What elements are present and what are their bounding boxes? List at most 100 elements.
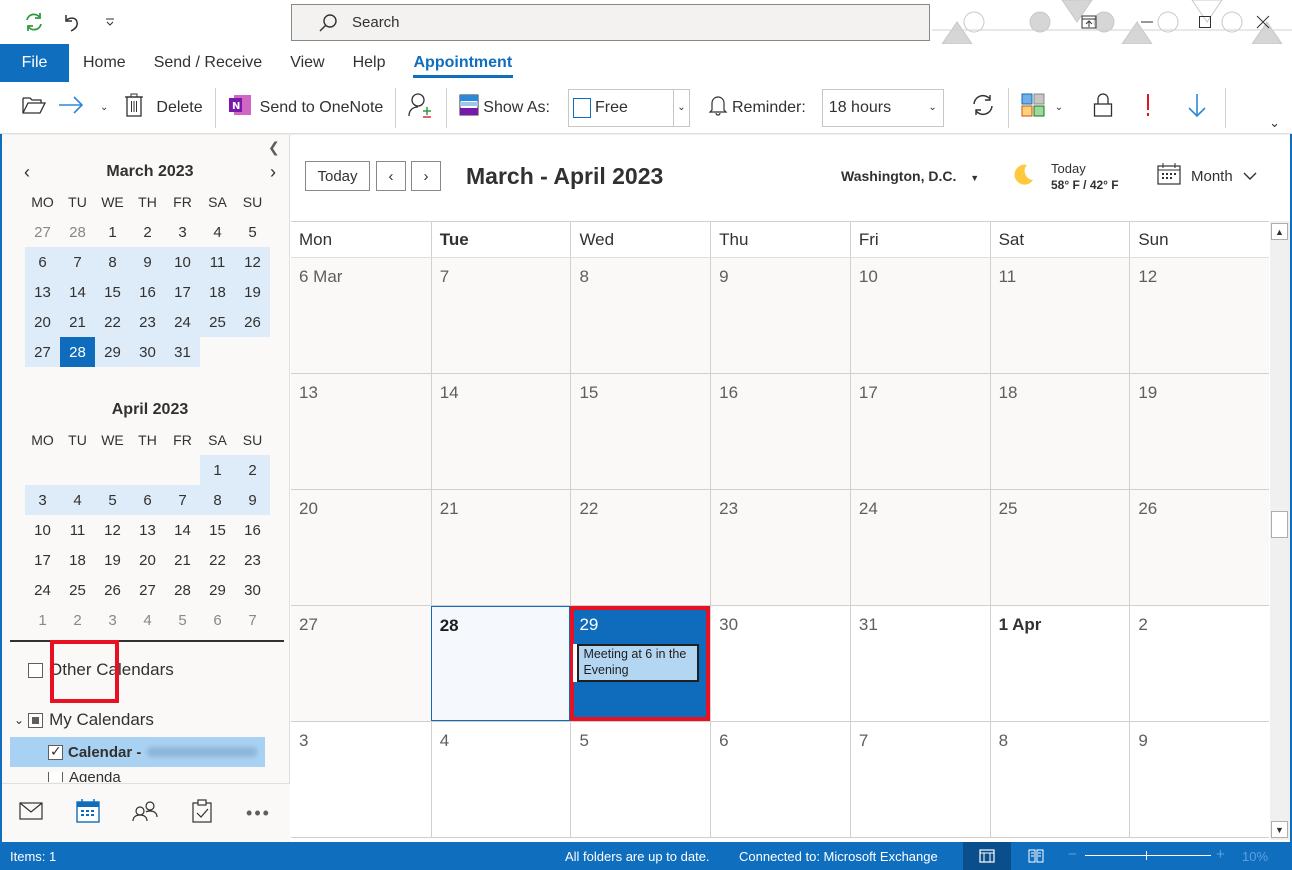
undo-icon[interactable] bbox=[60, 10, 84, 34]
mini-day[interactable]: 2 bbox=[60, 605, 95, 635]
day-cell[interactable]: 27 bbox=[291, 606, 431, 721]
mini-day[interactable]: 25 bbox=[60, 575, 95, 605]
vertical-scrollbar[interactable]: ▲ ▼ bbox=[1270, 221, 1290, 840]
day-cell[interactable]: 3 bbox=[291, 722, 431, 837]
day-cell[interactable]: 19 bbox=[1129, 374, 1270, 489]
nav-people[interactable] bbox=[116, 784, 173, 843]
my-calendars-group[interactable]: ⌄ My Calendars bbox=[14, 710, 154, 730]
delete-button[interactable]: Delete bbox=[118, 88, 208, 128]
mini-day[interactable]: 11 bbox=[200, 247, 235, 277]
day-cell[interactable]: 13 bbox=[291, 374, 431, 489]
mini-day[interactable]: 11 bbox=[60, 515, 95, 545]
high-importance-button[interactable] bbox=[1137, 88, 1159, 128]
mini-day[interactable]: 14 bbox=[60, 277, 95, 307]
tab-file[interactable]: File bbox=[0, 44, 69, 82]
calendar-item[interactable]: Calendar - bbox=[10, 737, 265, 767]
mini-day[interactable]: 20 bbox=[25, 307, 60, 337]
mini-day[interactable]: 1 bbox=[25, 605, 60, 635]
sync-icon[interactable] bbox=[22, 10, 46, 34]
nav-mail[interactable] bbox=[2, 784, 59, 843]
mini-day[interactable]: 6 bbox=[200, 605, 235, 635]
next-month-icon[interactable]: › bbox=[264, 162, 282, 183]
mini-day[interactable]: 27 bbox=[25, 337, 60, 367]
scroll-up-button[interactable]: ▲ bbox=[1271, 223, 1288, 240]
checkbox[interactable] bbox=[28, 712, 44, 728]
day-cell[interactable]: 31 bbox=[849, 606, 990, 721]
mini-day[interactable]: 26 bbox=[235, 307, 270, 337]
mini-day[interactable]: 9 bbox=[130, 247, 165, 277]
day-cell[interactable]: 30 bbox=[710, 606, 850, 721]
maximize-icon[interactable] bbox=[1176, 0, 1234, 44]
chevron-down-icon[interactable]: ⌄ bbox=[1055, 102, 1063, 113]
mini-day[interactable]: 18 bbox=[60, 545, 95, 575]
zoom-slider[interactable] bbox=[1085, 851, 1211, 860]
day-cell[interactable]: 6 Mar bbox=[291, 258, 431, 373]
expand-ribbon-icon[interactable]: ⌄ bbox=[1269, 115, 1280, 131]
zoom-in-icon[interactable]: + bbox=[1216, 846, 1225, 863]
day-cell[interactable]: 9 bbox=[710, 258, 850, 373]
mini-day[interactable]: 21 bbox=[60, 307, 95, 337]
day-cell[interactable]: 24 bbox=[849, 490, 990, 605]
mini-day[interactable]: 1 bbox=[200, 455, 235, 485]
mini-day[interactable]: 29 bbox=[200, 575, 235, 605]
reading-view-button[interactable] bbox=[1012, 842, 1060, 870]
day-cell[interactable]: 11 bbox=[989, 258, 1130, 373]
mini-day[interactable]: 16 bbox=[235, 515, 270, 545]
reminder-dropdown[interactable]: 18 hours ⌄ bbox=[821, 88, 944, 127]
day-cell-today[interactable]: 28 bbox=[430, 606, 571, 721]
categorize-button[interactable]: ⌄ bbox=[1015, 88, 1069, 128]
mini-day[interactable]: 22 bbox=[95, 307, 130, 337]
nav-more[interactable]: ••• bbox=[230, 784, 287, 843]
location-selector[interactable]: Washington, D.C. ▼ bbox=[841, 168, 979, 184]
collapse-pane-icon[interactable]: ❮ bbox=[268, 139, 280, 156]
mini-day[interactable]: 7 bbox=[235, 605, 270, 635]
mini-day[interactable]: 7 bbox=[165, 485, 200, 515]
day-cell[interactable]: 21 bbox=[430, 490, 571, 605]
low-importance-button[interactable] bbox=[1181, 88, 1213, 128]
chevron-down-icon[interactable]: ⌄ bbox=[14, 713, 24, 727]
mini-day[interactable]: 24 bbox=[165, 307, 200, 337]
today-button[interactable]: Today bbox=[305, 161, 370, 191]
mini-day[interactable]: 14 bbox=[165, 515, 200, 545]
mini-day[interactable]: 27 bbox=[130, 575, 165, 605]
mini-day[interactable]: 28 bbox=[60, 337, 95, 367]
zoom-out-icon[interactable]: − bbox=[1068, 846, 1077, 863]
normal-view-button[interactable] bbox=[963, 842, 1011, 870]
mini-day[interactable]: 25 bbox=[200, 307, 235, 337]
show-as-dropdown[interactable]: Free ⌄ bbox=[567, 88, 690, 127]
mini-day[interactable]: 15 bbox=[95, 277, 130, 307]
checkbox[interactable] bbox=[48, 743, 63, 760]
mini-day[interactable]: 3 bbox=[165, 217, 200, 247]
checkbox[interactable] bbox=[28, 662, 43, 678]
mini-day[interactable]: 30 bbox=[130, 337, 165, 367]
day-cell[interactable]: 9 bbox=[1129, 722, 1269, 837]
mini-day[interactable]: 1 bbox=[95, 217, 130, 247]
private-button[interactable] bbox=[1087, 88, 1119, 128]
calendar-event[interactable]: Meeting at 6 in the Evening bbox=[573, 644, 700, 682]
prev-period-button[interactable]: ‹ bbox=[376, 161, 406, 191]
mini-day[interactable]: 19 bbox=[95, 545, 130, 575]
day-cell[interactable]: 7 bbox=[430, 258, 571, 373]
mini-day[interactable]: 4 bbox=[200, 217, 235, 247]
checkbox[interactable] bbox=[48, 772, 63, 782]
recurrence-button[interactable] bbox=[964, 88, 1002, 128]
day-cell[interactable]: 22 bbox=[570, 490, 711, 605]
mini-day[interactable]: 12 bbox=[235, 247, 270, 277]
mini-day[interactable]: 6 bbox=[25, 247, 60, 277]
mini-day[interactable]: 21 bbox=[165, 545, 200, 575]
forward-button[interactable]: ⌄ bbox=[52, 88, 114, 128]
mini-day[interactable]: 23 bbox=[130, 307, 165, 337]
mini-day[interactable]: 5 bbox=[165, 605, 200, 635]
mini-day[interactable]: 13 bbox=[130, 515, 165, 545]
chevron-down-icon[interactable]: ⌄ bbox=[672, 89, 689, 126]
mini-day[interactable]: 2 bbox=[130, 217, 165, 247]
mini-day[interactable]: 31 bbox=[165, 337, 200, 367]
open-button[interactable] bbox=[16, 88, 52, 128]
day-cell[interactable]: 12 bbox=[1129, 258, 1270, 373]
mini-day[interactable]: 10 bbox=[165, 247, 200, 277]
mini-day[interactable]: 8 bbox=[95, 247, 130, 277]
day-cell[interactable]: 18 bbox=[989, 374, 1130, 489]
mini-day[interactable]: 24 bbox=[25, 575, 60, 605]
day-cell[interactable]: 8 bbox=[989, 722, 1130, 837]
mini-day[interactable]: 18 bbox=[200, 277, 235, 307]
